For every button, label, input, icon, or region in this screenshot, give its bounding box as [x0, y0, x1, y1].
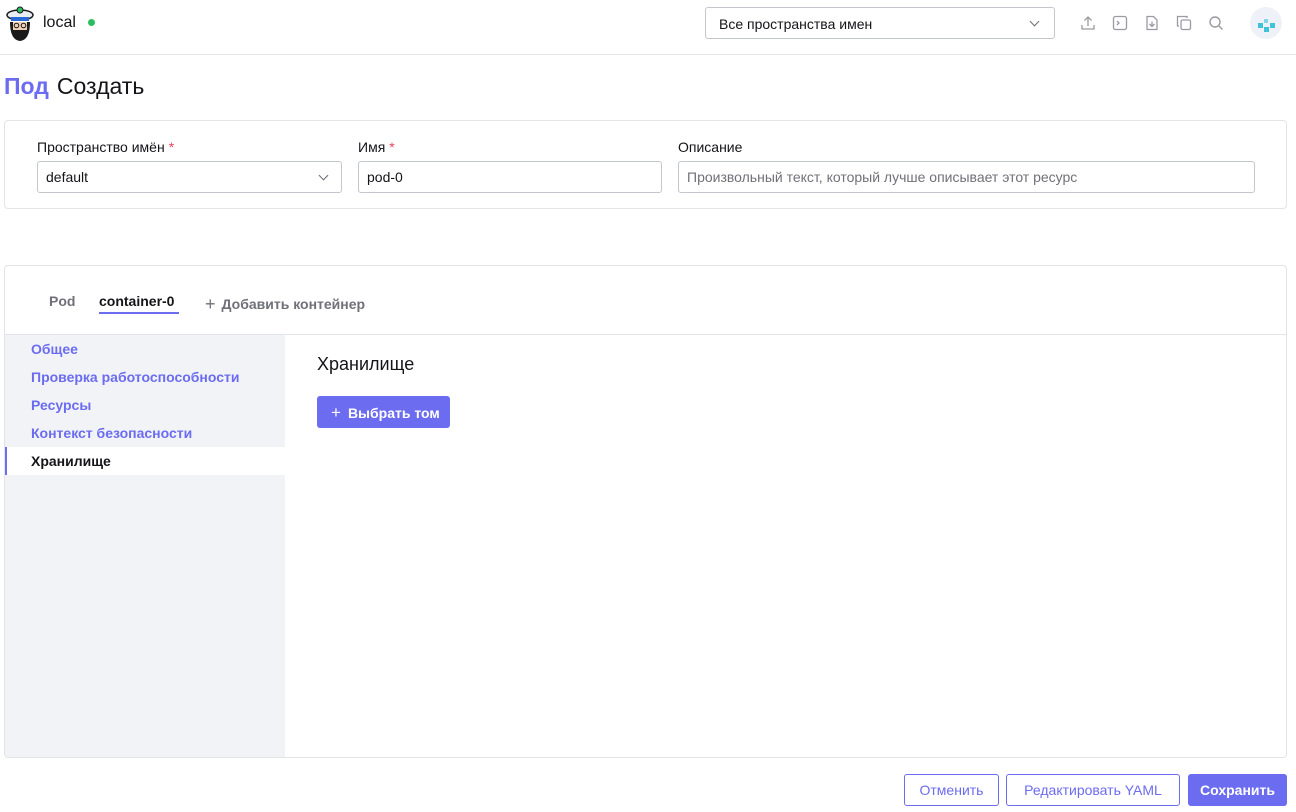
namespace-field-label: Пространство имён *	[37, 139, 175, 155]
cluster-logo-icon[interactable]	[4, 3, 36, 43]
breadcrumb-pod-link[interactable]: Под	[4, 73, 49, 99]
name-field-label: Имя *	[358, 139, 395, 155]
add-container-label: Добавить контейнер	[221, 296, 366, 312]
description-field-label: Описание	[678, 139, 743, 155]
plus-icon: +	[205, 294, 216, 314]
save-button[interactable]: Сохранить	[1188, 774, 1287, 806]
description-input[interactable]: Произвольный текст, который лучше описыв…	[678, 161, 1255, 193]
copy-icon[interactable]	[1176, 15, 1192, 31]
select-volume-button[interactable]: + Выбрать том	[317, 396, 450, 428]
container-config-card: Pod container-0 + Добавить контейнер Обще…	[4, 265, 1287, 758]
cluster-status-dot	[88, 19, 95, 26]
namespace-field-value: default	[46, 169, 89, 185]
sidebar-item-resources[interactable]: Ресурсы	[5, 391, 285, 419]
namespace-select-value: Все пространства имен	[719, 16, 873, 32]
terminal-icon[interactable]	[1112, 15, 1128, 31]
sidebar-item-health-check[interactable]: Проверка работоспособности	[5, 363, 285, 391]
edit-yaml-button[interactable]: Редактировать YAML	[1006, 774, 1180, 806]
tab-container-0[interactable]: container-0	[99, 293, 174, 309]
name-input[interactable]: pod-0	[358, 161, 662, 193]
import-file-icon[interactable]	[1144, 15, 1160, 31]
section-sidebar: Общее Проверка работоспособности Ресурсы…	[5, 335, 285, 757]
sidebar-item-storage[interactable]: Хранилище	[5, 447, 285, 475]
page-title: Под Создать	[4, 73, 144, 100]
cancel-button[interactable]: Отменить	[904, 774, 999, 806]
sidebar-item-security-context[interactable]: Контекст безопасности	[5, 419, 285, 447]
required-mark: *	[389, 139, 395, 155]
page-title-text: Создать	[56, 73, 145, 99]
upload-icon[interactable]	[1080, 15, 1096, 31]
active-tab-indicator	[99, 312, 179, 314]
chevron-down-icon	[318, 170, 329, 181]
add-container-tab[interactable]: + Добавить контейнер	[205, 293, 365, 314]
user-avatar[interactable]	[1250, 7, 1282, 39]
chevron-down-icon	[1029, 16, 1040, 27]
section-title: Хранилище	[317, 354, 415, 374]
top-header: local Все пространства имен	[0, 0, 1296, 55]
resource-form-card: Пространство имён * default Имя * pod-0 Оп…	[4, 120, 1287, 209]
tab-pod[interactable]: Pod	[49, 293, 75, 309]
select-volume-label: Выбрать том	[347, 405, 440, 421]
namespace-select-field[interactable]: default	[37, 161, 342, 193]
plus-icon: +	[331, 403, 341, 422]
namespace-select[interactable]: Все пространства имен	[705, 7, 1055, 39]
required-mark: *	[168, 139, 175, 155]
tab-bar: Pod container-0 + Добавить контейнер	[5, 266, 1286, 335]
search-icon[interactable]	[1208, 15, 1224, 31]
cluster-name[interactable]: local	[43, 14, 76, 32]
sidebar-item-general[interactable]: Общее	[5, 335, 285, 363]
